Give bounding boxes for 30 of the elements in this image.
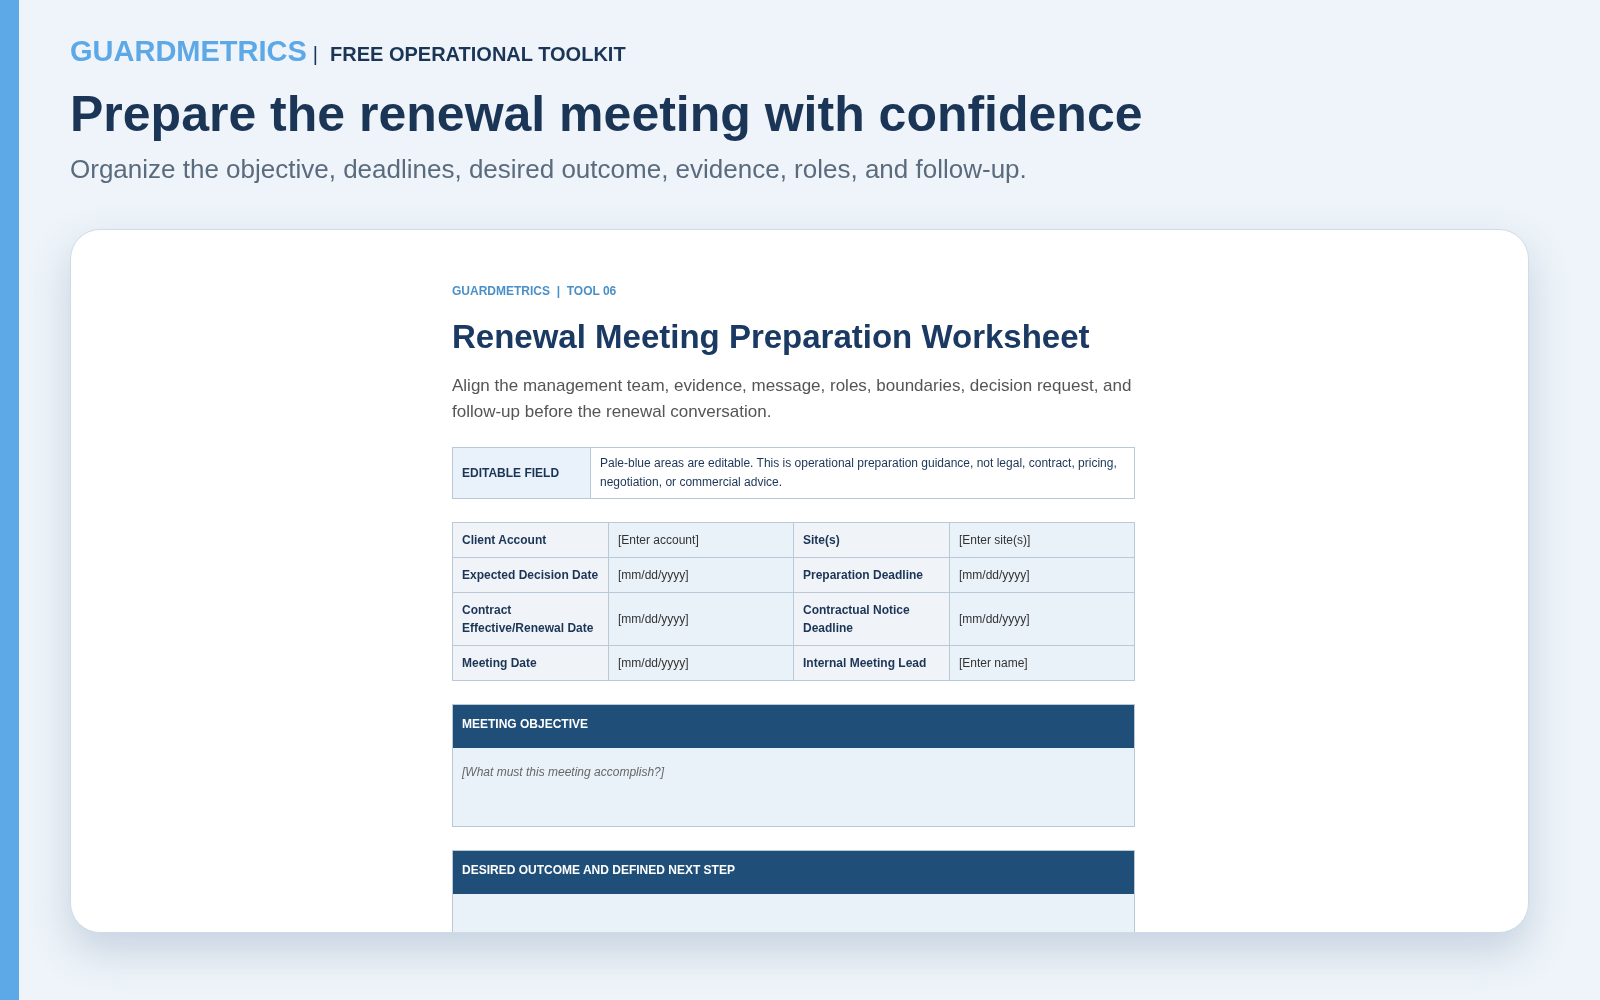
notice-label: EDITABLE FIELD: [453, 448, 591, 498]
field-input[interactable]: [mm/dd/yyyy]: [950, 558, 1135, 593]
field-label: Internal Meeting Lead: [794, 646, 950, 681]
field-label: Preparation Deadline: [794, 558, 950, 593]
field-input[interactable]: [mm/dd/yyyy]: [609, 593, 794, 646]
input-placeholder: [What must this meeting accomplish?]: [462, 765, 665, 779]
document-title: Renewal Meeting Preparation Worksheet: [452, 316, 1091, 357]
field-input[interactable]: [Enter name]: [950, 646, 1135, 681]
field-input[interactable]: [Enter account]: [609, 523, 794, 558]
document-kicker: GUARDMETRICS | TOOL 06: [452, 282, 618, 300]
field-label: Expected Decision Date: [453, 558, 609, 593]
field-input[interactable]: [mm/dd/yyyy]: [950, 593, 1135, 646]
field-input[interactable]: [mm/dd/yyyy]: [609, 646, 794, 681]
document-intro: Align the management team, evidence, message, roles, boundaries, decision request, and follow-up before the renewal conversation.: [452, 375, 1133, 423]
tagline: FREE OPERATIONAL TOOLKIT: [330, 42, 626, 67]
field-label: Contractual Notice Deadline: [794, 593, 950, 646]
field-label: Contract Effective/Renewal Date: [453, 593, 609, 646]
field-label: Site(s): [794, 523, 950, 558]
field-input[interactable]: [Enter site(s)]: [950, 523, 1135, 558]
section-input[interactable]: [What must this meeting accomplish?]: [453, 748, 1134, 826]
notice-text: Pale-blue areas are editable. This is operational preparation guidance, not legal, contract, pricing, negotiation, or commercial advice.: [599, 455, 1118, 491]
field-label: Meeting Date: [453, 646, 609, 681]
separator: |: [312, 42, 319, 67]
field-input[interactable]: [mm/dd/yyyy]: [609, 558, 794, 593]
section-header: DESIRED OUTCOME AND DEFINED NEXT STEP: [453, 851, 1134, 894]
brand-name: GUARDMETRICS: [70, 34, 307, 69]
field-label: Client Account: [453, 523, 609, 558]
page-subtitle: Organize the objective, deadlines, desired outcome, evidence, roles, and follow-up.: [70, 152, 1028, 186]
page-title: Prepare the renewal meeting with confidence: [70, 84, 1144, 144]
section-header: MEETING OBJECTIVE: [453, 705, 1134, 748]
